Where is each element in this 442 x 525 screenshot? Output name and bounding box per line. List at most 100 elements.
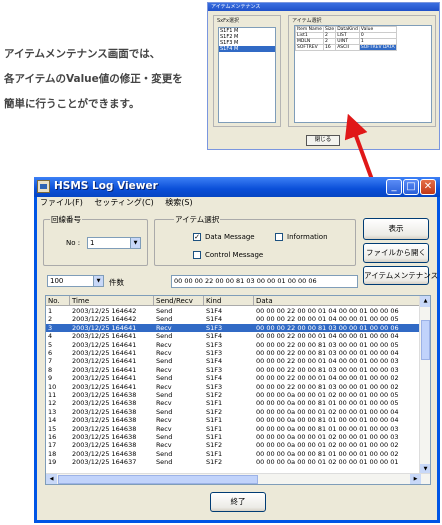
table-row[interactable]: 4 2003/12/25 164641 Send S1F4 00 00 00 22 00…: [46, 332, 420, 340]
cell-no: 4: [48, 332, 53, 341]
table-row[interactable]: 1 2003/12/25 164642 Send S1F4 00 00 00 22 00…: [46, 307, 420, 315]
cell-kind: S1F3: [206, 382, 223, 391]
cell-no: 15: [48, 424, 57, 433]
cell: ASCII: [335, 44, 360, 51]
scroll-up-icon[interactable]: ▲: [420, 296, 430, 307]
item-table[interactable]: Item Name Size DataKind Value List1 2 LI…: [294, 25, 432, 123]
cell-send-recv: Recv: [156, 340, 172, 349]
menu-file[interactable]: ファイル(F): [40, 198, 83, 207]
table-row-selected[interactable]: 3 2003/12/25 164641 Recv S1F3 00 00 00 22 00…: [46, 323, 420, 332]
cell-kind: S1F1: [206, 399, 223, 408]
table-row[interactable]: 19 2003/12/25 164637 Send S1F2 00 00 00 0a 0…: [46, 458, 420, 466]
count-value: 100: [50, 277, 64, 285]
cell-time: 2003/12/25 164638: [72, 416, 137, 425]
scroll-left-icon[interactable]: ◀: [46, 474, 57, 484]
cell: SOFTREV: [295, 44, 324, 51]
menu-settings[interactable]: セッティング(C): [94, 198, 153, 207]
hex-data-field[interactable]: 00 00 00 22 00 00 81 03 00 00 01 00 00 0…: [171, 275, 358, 288]
cell-send-recv: Send: [156, 433, 173, 441]
cell-send-recv: Recv: [156, 399, 172, 408]
caption-line-3: 簡単に行うことができます。: [4, 98, 140, 110]
circuit-no-label: No :: [66, 239, 81, 247]
table-row[interactable]: 10 2003/12/25 164641 Recv S1F3 00 00 00 22 0…: [46, 383, 420, 391]
cell-data: 00 00 00 22 00 00 81 03 00 00 01 00 00 0…: [256, 349, 399, 357]
table-row[interactable]: 14 2003/12/25 164638 Recv S1F1 00 00 00 0a 0…: [46, 416, 420, 424]
cell-kind: S1F3: [206, 323, 223, 332]
display-button[interactable]: 表示: [363, 218, 429, 240]
cell-time: 2003/12/25 164641: [72, 374, 137, 383]
cell-no: 17: [48, 441, 57, 450]
table-row[interactable]: 15 2003/12/25 164638 Recv S1F1 00 00 00 0a 0…: [46, 425, 420, 433]
col-size: Size: [322, 26, 337, 33]
table-row[interactable]: 13 2003/12/25 164638 Send S1F2 00 00 00 0a 0…: [46, 408, 420, 416]
vertical-scrollbar[interactable]: ▲ ▼: [419, 296, 430, 475]
cell-send-recv: Send: [156, 357, 173, 366]
item-maintenance-dialog: アイテムメンテナンス SxFx選択 S1F1 M S1F2 M S1F3 M S…: [207, 2, 440, 150]
chevron-down-icon[interactable]: ▼: [93, 276, 103, 286]
table-row[interactable]: 9 2003/12/25 164641 Send S1F4 00 00 00 22 00…: [46, 374, 420, 382]
col-time[interactable]: Time: [70, 296, 154, 306]
table-row[interactable]: 11 2003/12/25 164638 Send S1F2 00 00 00 0a 0…: [46, 391, 420, 399]
cell-send-recv: Recv: [156, 382, 172, 391]
sxfx-list-item-selected[interactable]: S1F4 M: [219, 46, 275, 52]
close-icon[interactable]: ✕: [420, 179, 436, 195]
table-row[interactable]: 18 2003/12/25 164638 Send S1F1 00 00 00 0a 0…: [46, 450, 420, 458]
information-checkbox[interactable]: [275, 233, 283, 241]
information-label: Information: [287, 233, 328, 241]
item-select-group-label: アイテム選択: [292, 18, 322, 24]
scroll-right-icon[interactable]: ▶: [410, 474, 421, 484]
cell-kind: S1F1: [206, 433, 223, 441]
cell-data: 00 00 00 22 00 00 81 03 00 00 01 00 00 0…: [256, 365, 399, 374]
col-kind[interactable]: Kind: [204, 296, 254, 306]
cell-no: 14: [48, 416, 57, 425]
chevron-down-icon[interactable]: ▼: [130, 238, 140, 248]
col-datakind: DataKind: [335, 26, 360, 33]
table-row[interactable]: 5 2003/12/25 164641 Recv S1F3 00 00 00 22 00…: [46, 341, 420, 349]
table-row[interactable]: 2 2003/12/25 164642 Send S1F4 00 00 00 22 00…: [46, 315, 420, 323]
item-row[interactable]: SOFTREV 16 ASCII SOFTREV DATA: [295, 44, 397, 51]
circuit-no-select[interactable]: 1 ▼: [87, 237, 141, 249]
menu-search[interactable]: 検索(S): [165, 198, 192, 207]
sxfx-list[interactable]: S1F1 M S1F2 M S1F3 M S1F4 M: [218, 27, 276, 123]
table-row[interactable]: 6 2003/12/25 164641 Recv S1F3 00 00 00 22 00…: [46, 349, 420, 357]
cell-time: 2003/12/25 164641: [72, 382, 137, 391]
cell-data: 00 00 00 22 00 00 01 04 00 00 01 00 00 0…: [256, 374, 399, 383]
table-row[interactable]: 12 2003/12/25 164638 Recv S1F1 00 00 00 0a 0…: [46, 399, 420, 407]
cell-data: 00 00 00 0a 00 00 01 02 00 00 01 00 00 0…: [256, 458, 399, 467]
hscroll-thumb[interactable]: [58, 475, 258, 484]
control-message-checkbox[interactable]: [193, 251, 201, 259]
table-row[interactable]: 7 2003/12/25 164641 Send S1F4 00 00 00 22 00…: [46, 357, 420, 365]
table-row[interactable]: 17 2003/12/25 164638 Recv S1F2 00 00 00 0a 0…: [46, 441, 420, 449]
col-data[interactable]: Data: [254, 296, 420, 306]
menubar: ファイル(F) セッティング(C) 検索(S): [37, 197, 199, 211]
cell-no: 12: [48, 399, 57, 408]
caption-line-1: アイテムメンテナンス画面では、: [4, 48, 161, 60]
cell-data: 00 00 00 22 00 00 81 03 00 00 01 00 00 0…: [256, 340, 399, 349]
horizontal-scrollbar[interactable]: ◀ ▶: [46, 473, 430, 484]
sxfx-group-label: SxFx選択: [217, 18, 239, 24]
scroll-thumb[interactable]: [421, 320, 430, 360]
cell-send-recv: Send: [156, 458, 173, 467]
cell-send-recv: Send: [156, 449, 173, 458]
maximize-icon[interactable]: □: [403, 179, 419, 195]
dialog-close-button[interactable]: 閉じる: [306, 135, 340, 146]
cell-time: 2003/12/25 164638: [72, 407, 137, 416]
cell-send-recv: Recv: [156, 323, 172, 332]
log-grid[interactable]: No. Time Send/Recv Kind Data 1 2003/12/25…: [45, 295, 431, 485]
cell-send-recv: Send: [156, 407, 173, 416]
open-file-button[interactable]: ファイルから開く: [363, 243, 429, 263]
exit-button[interactable]: 終了: [210, 492, 266, 512]
cell-time: 2003/12/25 164641: [72, 332, 137, 341]
count-select[interactable]: 100 ▼: [47, 275, 104, 287]
cell-time: 2003/12/25 164638: [72, 424, 137, 433]
data-message-checkbox[interactable]: ✓: [193, 233, 201, 241]
table-row[interactable]: 16 2003/12/25 164638 Send S1F1 00 00 00 0a 0…: [46, 433, 420, 441]
item-maintenance-button[interactable]: アイテムメンテナンス: [363, 266, 438, 285]
cell-data: 00 00 00 22 00 00 01 04 00 00 01 00 00 0…: [256, 332, 399, 341]
col-send-recv[interactable]: Send/Recv: [154, 296, 204, 306]
table-row[interactable]: 8 2003/12/25 164641 Recv S1F3 00 00 00 22 00…: [46, 366, 420, 374]
col-no[interactable]: No.: [46, 296, 70, 306]
minimize-icon[interactable]: _: [386, 179, 402, 195]
value-edit-cell[interactable]: SOFTREV DATA: [358, 44, 397, 51]
hsms-log-viewer-window: HSMS Log Viewer _ □ ✕ ファイル(F) セッティング(C) …: [34, 177, 440, 523]
